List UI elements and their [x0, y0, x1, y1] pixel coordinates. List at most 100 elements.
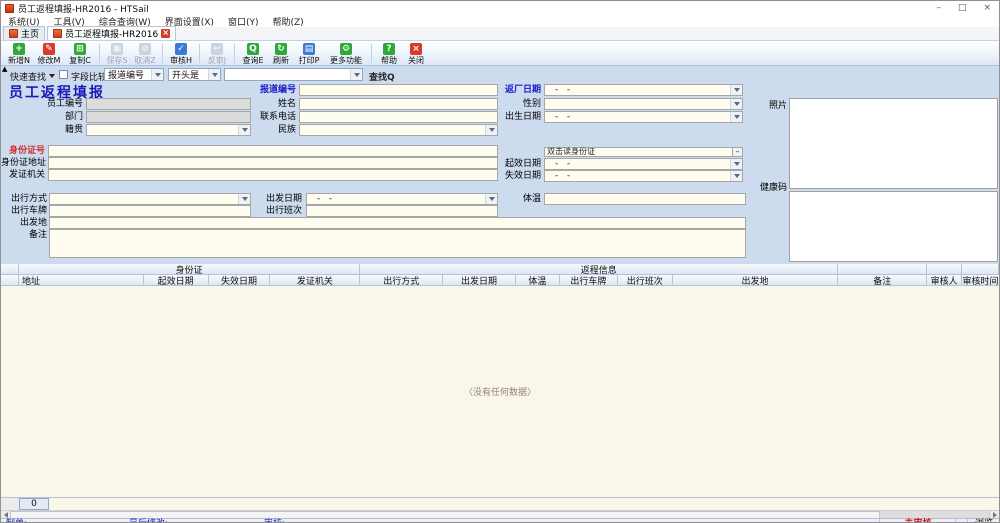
- shift-input[interactable]: [306, 205, 498, 217]
- remark-label: 备注: [1, 229, 47, 241]
- emp-no-label: 员工编号: [1, 98, 83, 110]
- origin-label: 出发地: [1, 217, 47, 229]
- valid-from-picker[interactable]: - -: [544, 158, 743, 170]
- audit-status-badge: 未审核: [879, 519, 956, 522]
- valid-from-label: 起效日期: [441, 158, 541, 170]
- row-indicator-header: [1, 264, 19, 275]
- column-header-valid-to[interactable]: 失效日期: [209, 275, 271, 286]
- maximize-button[interactable]: □: [958, 1, 967, 15]
- cancel-button: ⊘ 取消Z: [131, 42, 159, 65]
- close-icon: ×: [410, 43, 422, 55]
- audit-button[interactable]: ✓ 审核H: [166, 42, 196, 65]
- column-header-plate[interactable]: 出行车牌: [560, 275, 618, 286]
- menu-item-window[interactable]: 窗口(Y): [221, 15, 266, 28]
- valid-to-label: 失效日期: [441, 170, 541, 182]
- shift-label: 出行班次: [231, 205, 302, 217]
- last-modified-label: 最后修改:: [129, 519, 168, 522]
- plus-icon: +: [13, 43, 25, 55]
- column-header-shift[interactable]: 出行班次: [618, 275, 673, 286]
- tab-return-form-label: 员工返程填报-HR2016: [65, 27, 158, 40]
- origin-input[interactable]: [49, 217, 746, 229]
- horizontal-scrollbar[interactable]: [1, 510, 999, 518]
- health-code-box[interactable]: [789, 191, 998, 262]
- temperature-input[interactable]: [544, 193, 746, 205]
- minus-icon[interactable]: –: [732, 148, 742, 156]
- copy-button[interactable]: ⊞ 复制C: [64, 42, 96, 65]
- tab-close-icon[interactable]: ×: [161, 29, 170, 38]
- tab-bar: 主页 员工返程填报-HR2016 ×: [1, 27, 999, 41]
- gender-label: 性别: [441, 98, 541, 110]
- grid-group-header-row: 身份证 返程信息: [1, 264, 999, 275]
- audit-label: 审核:: [264, 519, 285, 522]
- group-header-empty: [927, 264, 962, 275]
- plate-input[interactable]: [49, 205, 251, 217]
- column-header-auditor[interactable]: 审核人: [927, 275, 962, 286]
- window-title: 员工返程填报-HR2016 - HTSail: [18, 2, 149, 15]
- grid-footer: 0: [1, 497, 999, 511]
- search-value-select[interactable]: [224, 68, 363, 81]
- gender-select[interactable]: [544, 98, 743, 110]
- id-address-label: 身份证地址: [1, 157, 45, 169]
- column-header-valid-from[interactable]: 起效日期: [144, 275, 209, 286]
- print-button[interactable]: ▤ 打印P: [294, 42, 324, 65]
- toolbar-separator: [199, 44, 200, 63]
- return-date-picker[interactable]: - -: [544, 84, 743, 96]
- id-address-input[interactable]: [48, 157, 498, 169]
- save-button: ▣ 保存S: [103, 42, 131, 65]
- name-label: 姓名: [211, 98, 296, 110]
- depart-date-label: 出发日期: [231, 193, 302, 205]
- column-header-temperature[interactable]: 体温: [516, 275, 560, 286]
- search-field-select[interactable]: 报道编号: [104, 68, 164, 81]
- chevron-down-icon: [730, 112, 742, 122]
- collapse-panel-icon[interactable]: ▲: [2, 66, 7, 73]
- check-icon: ✓: [175, 43, 187, 55]
- add-button[interactable]: + 新增N: [4, 42, 34, 65]
- close-button[interactable]: ×: [983, 1, 991, 15]
- magnifier-icon: Q: [247, 43, 259, 55]
- column-header-address[interactable]: 地址: [19, 275, 144, 286]
- search-operator-select[interactable]: 开头是: [168, 68, 221, 81]
- travel-mode-select[interactable]: [49, 193, 251, 205]
- read-id-card-button[interactable]: 双击读身份证 –: [544, 147, 743, 157]
- tab-app-icon: [53, 29, 62, 38]
- birth-date-picker[interactable]: - -: [544, 111, 743, 123]
- field-compare-checkbox[interactable]: [59, 70, 68, 79]
- remark-textarea[interactable]: [49, 229, 746, 258]
- chevron-down-icon[interactable]: [49, 74, 55, 78]
- record-count: 0: [19, 498, 49, 510]
- photo-box[interactable]: [789, 98, 998, 189]
- ethnic-select[interactable]: [299, 124, 498, 136]
- valid-to-picker[interactable]: - -: [544, 170, 743, 182]
- help-button[interactable]: ? 帮助: [375, 42, 403, 65]
- chevron-down-icon: [485, 125, 497, 135]
- column-header-audit-time[interactable]: 审核时间: [962, 275, 999, 286]
- id-issuer-input[interactable]: [48, 169, 498, 181]
- toolbar-separator: [99, 44, 100, 63]
- tab-return-form[interactable]: 员工返程填报-HR2016 ×: [47, 26, 176, 40]
- plate-label: 出行车牌: [1, 205, 47, 217]
- column-header-issuer[interactable]: 发证机关: [270, 275, 360, 286]
- cancel-icon: ⊘: [139, 43, 151, 55]
- more-functions-button[interactable]: ⚙ 更多功能: [324, 42, 368, 65]
- refresh-icon: ↻: [275, 43, 287, 55]
- unaudit-button: ↩ 反审J: [203, 42, 231, 65]
- menu-item-help[interactable]: 帮助(Z): [265, 15, 310, 28]
- modify-button[interactable]: ✎ 修改M: [34, 42, 64, 65]
- minimize-button[interactable]: –: [936, 1, 941, 15]
- pencil-icon: ✎: [43, 43, 55, 55]
- column-header-remark[interactable]: 备注: [838, 275, 927, 286]
- tab-home[interactable]: 主页: [3, 26, 45, 40]
- search-button[interactable]: 查找Q: [369, 70, 395, 83]
- refresh-button[interactable]: ↻ 刷新: [268, 42, 294, 65]
- photo-label: 照片: [747, 100, 787, 112]
- close-page-button[interactable]: × 关闭: [403, 42, 429, 65]
- column-header-travel-mode[interactable]: 出行方式: [360, 275, 443, 286]
- id-no-input[interactable]: [48, 145, 498, 157]
- column-header-origin[interactable]: 出发地: [673, 275, 839, 286]
- id-no-label: 身份证号: [1, 145, 45, 157]
- toolbar: + 新增N ✎ 修改M ⊞ 复制C ▣ 保存S ⊘ 取消Z ✓ 审核H ↩ 反审…: [1, 42, 999, 66]
- group-header-empty: [838, 264, 927, 275]
- ethnic-label: 民族: [211, 124, 296, 136]
- column-header-depart-date[interactable]: 出发日期: [443, 275, 516, 286]
- query-button[interactable]: Q 查询E: [238, 42, 268, 65]
